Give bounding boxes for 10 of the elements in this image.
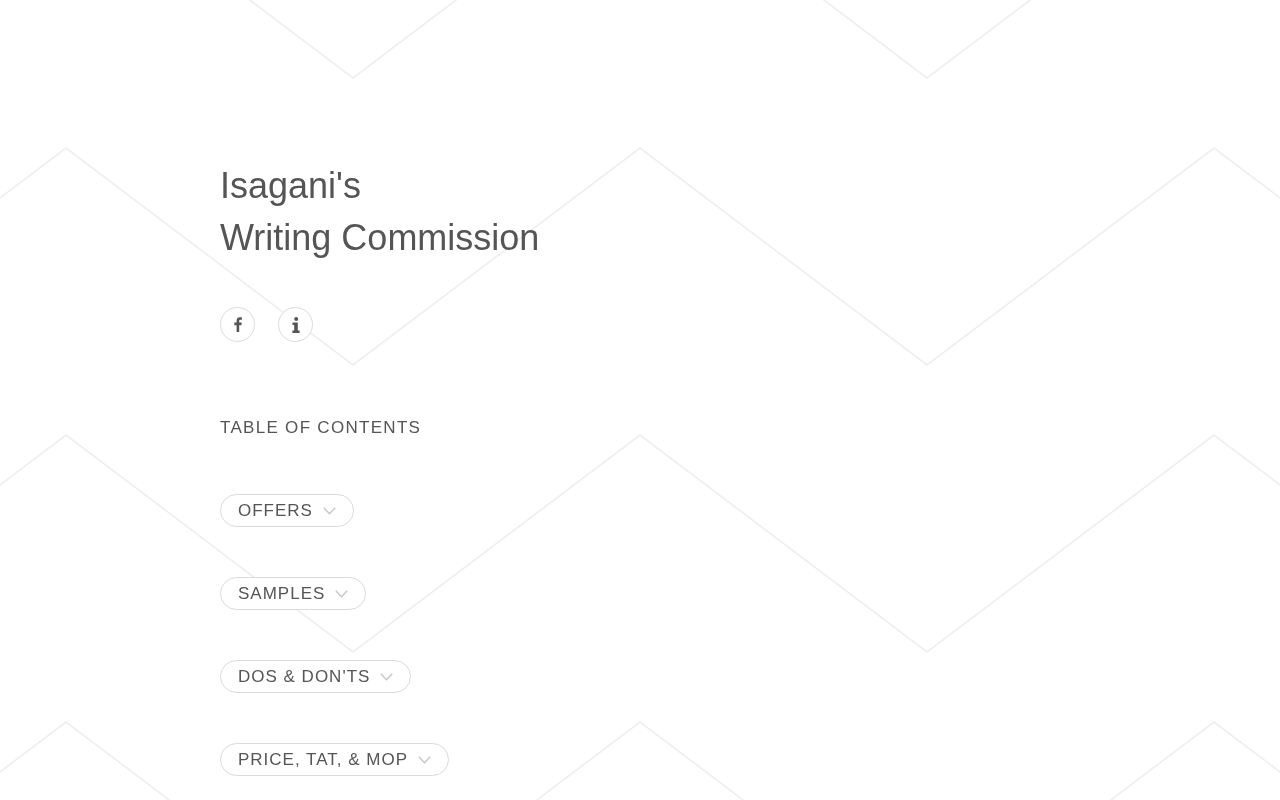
info-icon: [291, 316, 300, 333]
section-toggle[interactable]: DOS & DON'TS: [220, 660, 412, 693]
section-heading: TABLE OF CONTENTS: [220, 417, 422, 439]
facebook-link[interactable]: [220, 307, 255, 342]
section-toggle[interactable]: PRICE, TAT, & MOP: [220, 743, 450, 776]
page-title: Isagani's Writing Commission: [220, 164, 540, 260]
info-button[interactable]: [278, 307, 313, 342]
section-toggle[interactable]: SAMPLES: [220, 577, 367, 610]
section-toggle[interactable]: OFFERS: [220, 494, 354, 527]
facebook-icon: [233, 317, 242, 332]
